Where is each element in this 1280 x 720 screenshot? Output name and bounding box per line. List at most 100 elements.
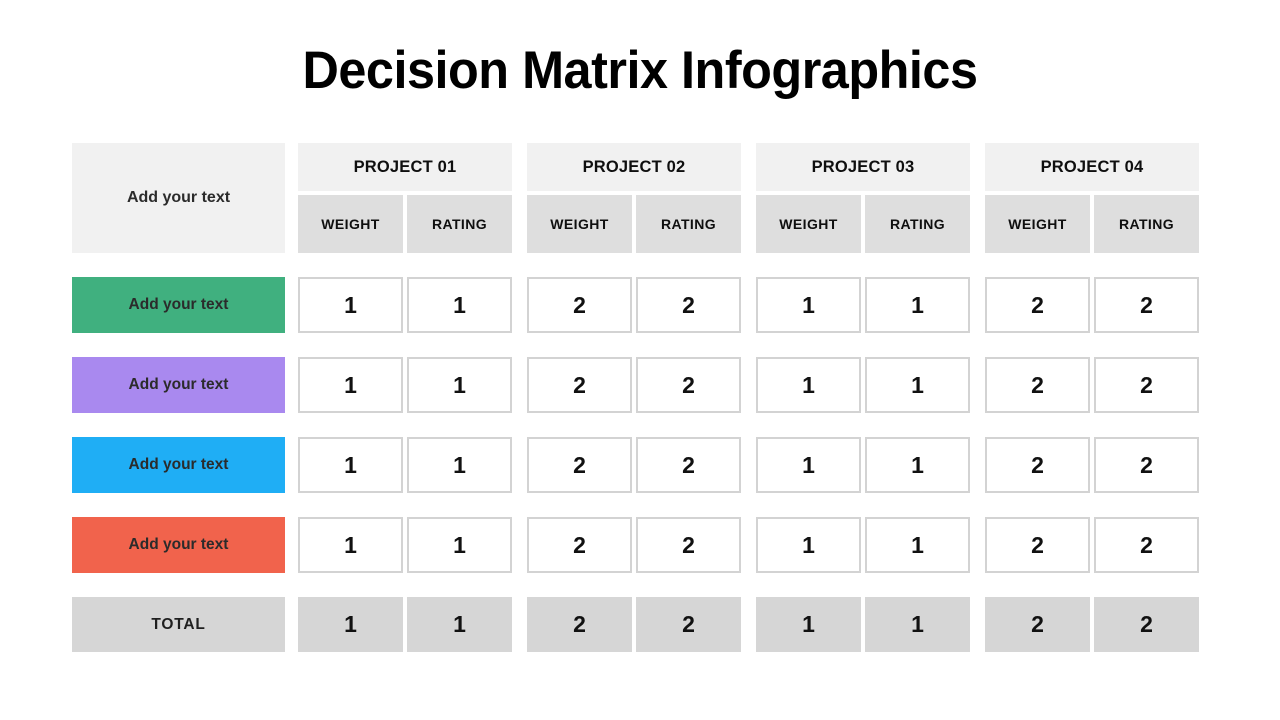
cell-r4-c4[interactable]: 2 <box>636 517 741 573</box>
weight-header-4[interactable]: WEIGHT <box>985 195 1090 253</box>
matrix-header-row: Add your text PROJECT 01 PROJECT 02 PROJ… <box>72 143 1199 253</box>
total-c6: 1 <box>865 597 970 652</box>
cell-r3-c3[interactable]: 2 <box>527 437 632 493</box>
row-2-project-group-3: 1 1 <box>756 357 970 413</box>
cell-r1-c1[interactable]: 1 <box>298 277 403 333</box>
project-header-4[interactable]: PROJECT 04 <box>985 143 1199 191</box>
total-c5: 1 <box>756 597 861 652</box>
table-row: Add your text 1 1 2 2 1 1 2 2 <box>72 437 1199 493</box>
row-gap-spacer <box>285 437 298 493</box>
total-project-group-2: 2 2 <box>527 597 741 652</box>
row-3-project-group-4: 2 2 <box>985 437 1199 493</box>
row-1-project-group-2: 2 2 <box>527 277 741 333</box>
project-header-2[interactable]: PROJECT 02 <box>527 143 741 191</box>
slide-canvas: Decision Matrix Infographics Add your te… <box>0 0 1280 720</box>
cell-r1-c5[interactable]: 1 <box>756 277 861 333</box>
rating-header-1[interactable]: RATING <box>407 195 512 253</box>
project-group-3: WEIGHT RATING <box>756 195 970 253</box>
row-4-project-group-2: 2 2 <box>527 517 741 573</box>
corner-label-cell[interactable]: Add your text <box>72 143 285 253</box>
row-1-project-group-3: 1 1 <box>756 277 970 333</box>
project-header-1[interactable]: PROJECT 01 <box>298 143 512 191</box>
project-header-stack: PROJECT 01 PROJECT 02 PROJECT 03 PROJECT… <box>298 143 1199 253</box>
row-label-4[interactable]: Add your text <box>72 517 285 573</box>
row-2-project-group-2: 2 2 <box>527 357 741 413</box>
total-project-group-1: 1 1 <box>298 597 512 652</box>
total-c4: 2 <box>636 597 741 652</box>
total-row: TOTAL 1 1 2 2 1 1 2 2 <box>72 597 1199 652</box>
total-c8: 2 <box>1094 597 1199 652</box>
row-2-project-group-1: 1 1 <box>298 357 512 413</box>
cell-r3-c6[interactable]: 1 <box>865 437 970 493</box>
cell-r2-c5[interactable]: 1 <box>756 357 861 413</box>
cell-r1-c8[interactable]: 2 <box>1094 277 1199 333</box>
rating-header-4[interactable]: RATING <box>1094 195 1199 253</box>
cell-r3-c1[interactable]: 1 <box>298 437 403 493</box>
project-subheader-row: WEIGHT RATING WEIGHT RATING WEIGHT RATIN… <box>298 195 1199 253</box>
table-row: Add your text 1 1 2 2 1 1 2 2 <box>72 357 1199 413</box>
page-title: Decision Matrix Infographics <box>302 41 978 100</box>
total-c3: 2 <box>527 597 632 652</box>
table-row: Add your text 1 1 2 2 1 1 2 2 <box>72 517 1199 573</box>
cell-r2-c7[interactable]: 2 <box>985 357 1090 413</box>
cell-r2-c4[interactable]: 2 <box>636 357 741 413</box>
cell-r4-c6[interactable]: 1 <box>865 517 970 573</box>
total-project-group-4: 2 2 <box>985 597 1199 652</box>
weight-header-2[interactable]: WEIGHT <box>527 195 632 253</box>
cell-r3-c7[interactable]: 2 <box>985 437 1090 493</box>
row-gap-spacer <box>285 357 298 413</box>
cell-r2-c1[interactable]: 1 <box>298 357 403 413</box>
row-4-project-group-1: 1 1 <box>298 517 512 573</box>
project-name-row: PROJECT 01 PROJECT 02 PROJECT 03 PROJECT… <box>298 143 1199 191</box>
cell-r2-c3[interactable]: 2 <box>527 357 632 413</box>
cell-r2-c8[interactable]: 2 <box>1094 357 1199 413</box>
row-4-project-group-4: 2 2 <box>985 517 1199 573</box>
cell-r1-c2[interactable]: 1 <box>407 277 512 333</box>
row-3-project-group-1: 1 1 <box>298 437 512 493</box>
total-project-group-3: 1 1 <box>756 597 970 652</box>
cell-r4-c8[interactable]: 2 <box>1094 517 1199 573</box>
cell-r3-c5[interactable]: 1 <box>756 437 861 493</box>
table-row: Add your text 1 1 2 2 1 1 2 2 <box>72 277 1199 333</box>
project-header-3[interactable]: PROJECT 03 <box>756 143 970 191</box>
cell-r4-c2[interactable]: 1 <box>407 517 512 573</box>
cell-r2-c2[interactable]: 1 <box>407 357 512 413</box>
row-label-2[interactable]: Add your text <box>72 357 285 413</box>
cell-r1-c3[interactable]: 2 <box>527 277 632 333</box>
cell-r2-c6[interactable]: 1 <box>865 357 970 413</box>
row-label-3[interactable]: Add your text <box>72 437 285 493</box>
cell-r4-c7[interactable]: 2 <box>985 517 1090 573</box>
row-label-1[interactable]: Add your text <box>72 277 285 333</box>
total-c7: 2 <box>985 597 1090 652</box>
header-gap-spacer <box>285 143 298 253</box>
cell-r1-c7[interactable]: 2 <box>985 277 1090 333</box>
cell-r4-c5[interactable]: 1 <box>756 517 861 573</box>
row-1-project-group-1: 1 1 <box>298 277 512 333</box>
project-group-4: WEIGHT RATING <box>985 195 1199 253</box>
cell-r1-c4[interactable]: 2 <box>636 277 741 333</box>
project-group-1: WEIGHT RATING <box>298 195 512 253</box>
row-3-project-group-3: 1 1 <box>756 437 970 493</box>
cell-r3-c4[interactable]: 2 <box>636 437 741 493</box>
cell-r4-c3[interactable]: 2 <box>527 517 632 573</box>
row-2-project-group-4: 2 2 <box>985 357 1199 413</box>
row-1-project-group-4: 2 2 <box>985 277 1199 333</box>
project-group-2: WEIGHT RATING <box>527 195 741 253</box>
total-gap-spacer <box>285 597 298 652</box>
weight-header-1[interactable]: WEIGHT <box>298 195 403 253</box>
weight-header-3[interactable]: WEIGHT <box>756 195 861 253</box>
rating-header-2[interactable]: RATING <box>636 195 741 253</box>
total-c1: 1 <box>298 597 403 652</box>
row-gap-spacer <box>285 277 298 333</box>
rating-header-3[interactable]: RATING <box>865 195 970 253</box>
row-3-project-group-2: 2 2 <box>527 437 741 493</box>
total-label: TOTAL <box>72 597 285 652</box>
row-4-project-group-3: 1 1 <box>756 517 970 573</box>
cell-r3-c8[interactable]: 2 <box>1094 437 1199 493</box>
cell-r1-c6[interactable]: 1 <box>865 277 970 333</box>
row-gap-spacer <box>285 517 298 573</box>
cell-r4-c1[interactable]: 1 <box>298 517 403 573</box>
total-c2: 1 <box>407 597 512 652</box>
cell-r3-c2[interactable]: 1 <box>407 437 512 493</box>
decision-matrix-table: Add your text PROJECT 01 PROJECT 02 PROJ… <box>72 143 1199 652</box>
